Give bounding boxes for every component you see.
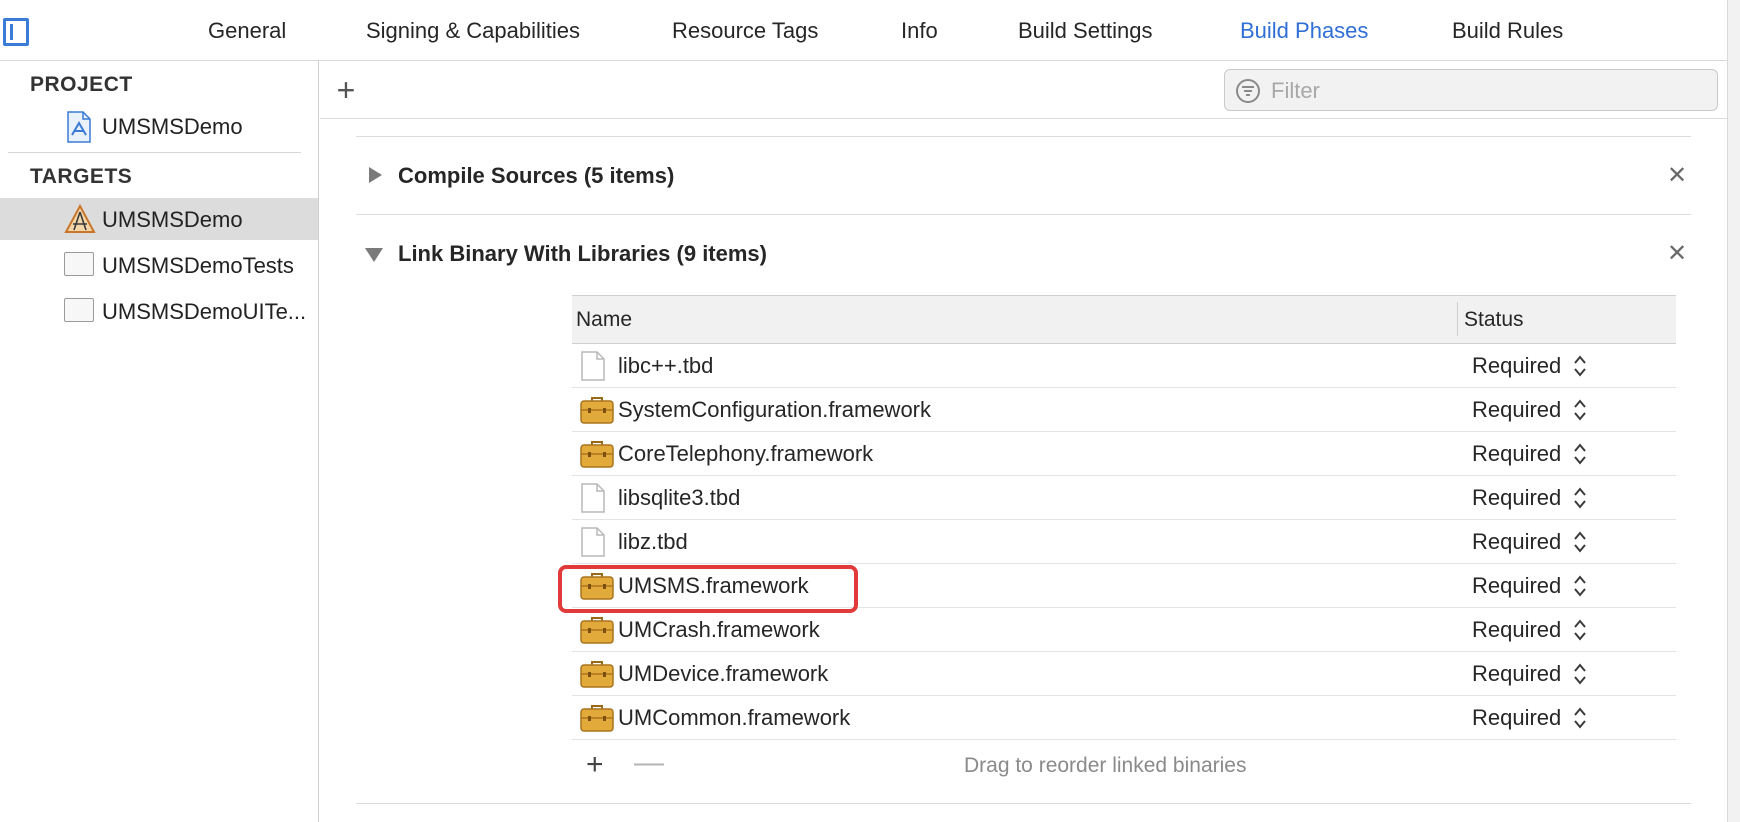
library-name: SystemConfiguration.framework (618, 397, 932, 422)
target-item-umsmsdemouitests[interactable]: UMSMSDemoUITe... (0, 290, 318, 332)
link-binary-title[interactable]: Link Binary With Libraries (9 items) (398, 241, 767, 267)
app-target-icon (64, 204, 96, 233)
filter-icon (1236, 79, 1260, 103)
link-binary-close-icon[interactable]: ✕ (1667, 242, 1687, 266)
target-item-label: UMSMSDemoTests (102, 253, 294, 278)
library-status[interactable]: Required (1472, 397, 1561, 423)
library-status[interactable]: Required (1472, 573, 1561, 599)
remove-library-button[interactable]: — (634, 748, 664, 778)
status-stepper-icon[interactable] (1572, 574, 1588, 603)
target-item-umsmsdemotests[interactable]: UMSMSDemoTests (0, 244, 318, 286)
window-edge (1727, 0, 1740, 822)
tab-signing-capabilities[interactable]: Signing & Capabilities (366, 18, 580, 44)
library-name: CoreTelephony.framework (618, 441, 874, 466)
library-status[interactable]: Required (1472, 661, 1561, 687)
add-build-phase-button[interactable]: + (332, 74, 360, 106)
file-icon (580, 527, 606, 562)
library-name: libc++.tbd (618, 353, 714, 378)
project-header: PROJECT (30, 73, 133, 96)
target-item-label: UMSMSDemoUITe... (102, 299, 307, 324)
status-stepper-icon[interactable] (1572, 398, 1588, 427)
tab-resource-tags[interactable]: Resource Tags (672, 18, 818, 44)
library-status[interactable]: Required (1472, 705, 1561, 731)
library-name: UMDevice.framework (618, 661, 829, 686)
framework-icon (580, 703, 614, 738)
project-file-icon (67, 111, 91, 143)
status-stepper-icon[interactable] (1572, 530, 1588, 559)
status-stepper-icon[interactable] (1572, 354, 1588, 383)
table-row[interactable]: UMCrash.framework Required (572, 607, 1676, 652)
framework-icon (580, 615, 614, 650)
library-name: UMCrash.framework (618, 617, 820, 642)
compile-sources-close-icon[interactable]: ✕ (1667, 164, 1687, 188)
framework-icon (580, 395, 614, 430)
phase-separator (356, 803, 1691, 804)
library-status[interactable]: Required (1472, 353, 1561, 379)
add-library-button[interactable]: + (586, 750, 604, 780)
table-row[interactable]: SystemConfiguration.framework Required (572, 387, 1676, 432)
library-name: UMCommon.framework (618, 705, 851, 730)
tab-general[interactable]: General (208, 18, 286, 44)
drag-hint: Drag to reorder linked binaries (964, 754, 1247, 777)
library-name: libz.tbd (618, 529, 688, 554)
file-icon (580, 483, 606, 518)
disclosure-collapsed-icon[interactable] (366, 166, 384, 184)
status-stepper-icon[interactable] (1572, 442, 1588, 471)
table-row[interactable]: libz.tbd Required (572, 519, 1676, 564)
tab-bar: General Signing & Capabilities Resource … (0, 0, 1727, 61)
column-header-name[interactable]: Name (576, 308, 632, 332)
table-row[interactable]: UMCommon.framework Required (572, 695, 1676, 740)
column-separator (1457, 302, 1458, 336)
column-header-status[interactable]: Status (1464, 308, 1524, 332)
library-status[interactable]: Required (1472, 441, 1561, 467)
disclosure-expanded-icon[interactable] (364, 246, 384, 264)
filter-input[interactable] (1269, 76, 1703, 106)
tab-build-settings[interactable]: Build Settings (1018, 18, 1153, 44)
framework-icon (580, 659, 614, 694)
tab-build-rules[interactable]: Build Rules (1452, 18, 1563, 44)
project-item-label: UMSMSDemo (102, 114, 243, 139)
filter-field[interactable] (1224, 69, 1718, 111)
tab-build-phases[interactable]: Build Phases (1240, 18, 1368, 44)
table-row[interactable]: CoreTelephony.framework Required (572, 431, 1676, 476)
highlight-box (558, 565, 858, 613)
test-target-icon (64, 252, 94, 276)
targets-header: TARGETS (30, 165, 133, 188)
table-header: Name Status (572, 295, 1676, 344)
sidebar-toggle-icon[interactable] (3, 18, 29, 46)
target-item-label: UMSMSDemo (102, 207, 243, 232)
project-item[interactable]: UMSMSDemo (0, 105, 318, 147)
status-stepper-icon[interactable] (1572, 706, 1588, 735)
toolbar-divider (320, 118, 1727, 119)
project-navigator: PROJECT UMSMSDemo TARGETS UMSMSDemo UMSM… (0, 61, 319, 822)
library-status[interactable]: Required (1472, 529, 1561, 555)
status-stepper-icon[interactable] (1572, 662, 1588, 691)
tab-info[interactable]: Info (901, 18, 938, 44)
status-stepper-icon[interactable] (1572, 618, 1588, 647)
phase-separator (356, 214, 1691, 215)
library-name: libsqlite3.tbd (618, 485, 741, 510)
status-stepper-icon[interactable] (1572, 486, 1588, 515)
navigator-divider (8, 152, 301, 153)
compile-sources-title[interactable]: Compile Sources (5 items) (398, 163, 674, 189)
phase-separator (356, 136, 1691, 137)
table-row[interactable]: UMDevice.framework Required (572, 651, 1676, 696)
file-icon (580, 351, 606, 386)
table-row[interactable]: libc++.tbd Required (572, 343, 1676, 388)
table-row[interactable]: libsqlite3.tbd Required (572, 475, 1676, 520)
framework-icon (580, 439, 614, 474)
library-status[interactable]: Required (1472, 617, 1561, 643)
library-status[interactable]: Required (1472, 485, 1561, 511)
uitest-target-icon (64, 298, 94, 322)
target-item-umsmsdemo[interactable]: UMSMSDemo (0, 198, 318, 240)
